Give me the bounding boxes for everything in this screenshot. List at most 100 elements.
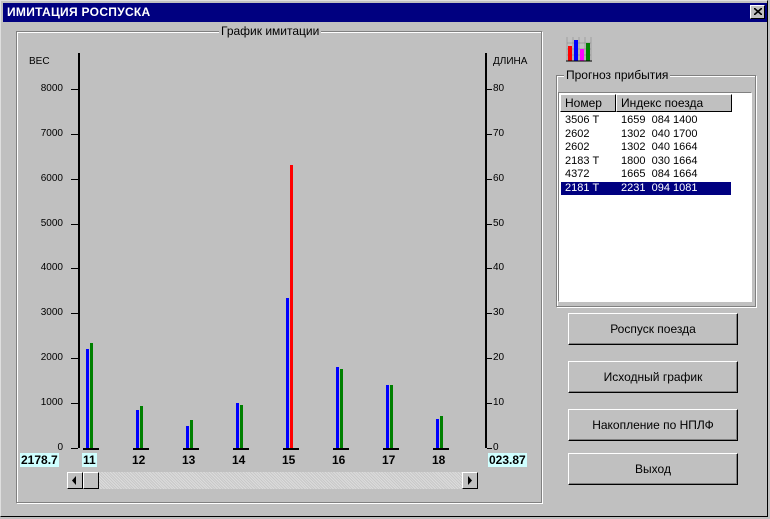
scroll-right-button[interactable] — [462, 472, 478, 489]
left-tick-label: 0 — [57, 442, 63, 453]
train-index: 1800 030 1664 — [621, 154, 698, 167]
left-axis-label: ВЕС — [29, 56, 50, 67]
left-tick-mark — [71, 268, 78, 270]
left-tick-mark — [71, 223, 78, 225]
chart-group-label: График имитации — [219, 24, 322, 38]
category-label: 15 — [282, 453, 296, 467]
simulation-window: ИМИТАЦИЯ РОСПУСКА График имитации ВЕС ДЛ… — [0, 0, 768, 517]
bar-0000ff-12 — [136, 409, 139, 448]
right-tick-label: 40 — [493, 262, 505, 274]
column-header-number[interactable]: Номер — [560, 94, 616, 112]
right-tick-mark — [487, 88, 492, 90]
category-label: 12 — [132, 453, 146, 467]
left-tick-mark — [71, 403, 78, 405]
category-baseline — [433, 448, 449, 450]
left-tick-label: 5000 — [40, 217, 63, 229]
category-baseline — [283, 448, 299, 450]
left-tick-mark — [71, 133, 78, 135]
category-baseline — [333, 448, 349, 450]
arrow-left-icon — [72, 476, 76, 485]
left-tick-label: 8000 — [40, 82, 63, 94]
train-index: 1659 084 1400 — [621, 114, 698, 126]
forecast-group-label: Прогноз прибытия — [564, 68, 671, 82]
right-tick-mark — [487, 178, 492, 180]
left-tick-label: 1000 — [40, 397, 63, 409]
category-label: 18 — [432, 453, 446, 467]
train-number: 2602 — [565, 127, 590, 140]
initial-graph-button[interactable]: Исходный график — [568, 361, 738, 393]
bar-008000-17 — [390, 384, 393, 448]
train-number: 2181 Т — [565, 181, 600, 194]
train-number: 2602 — [565, 141, 590, 153]
list-item[interactable]: 2602 1302 040 1700 — [561, 128, 731, 141]
bar-008000-14 — [240, 405, 243, 448]
right-tick-mark — [487, 268, 492, 270]
category-baseline — [133, 448, 149, 450]
right-value-readout: 023.87 — [488, 453, 527, 467]
left-tick-label: 7000 — [40, 127, 63, 139]
scroll-left-button[interactable] — [67, 472, 83, 489]
category-baseline — [83, 448, 99, 450]
bar-008000-11 — [90, 342, 93, 448]
close-button[interactable] — [750, 5, 765, 19]
dissolve-train-button[interactable]: Роспуск поезда — [568, 313, 738, 345]
window-title: ИМИТАЦИЯ РОСПУСКА — [7, 5, 151, 19]
right-axis-line — [485, 53, 487, 448]
left-tick-mark — [71, 358, 78, 360]
train-index: 1302 040 1700 — [621, 127, 698, 140]
chart-groupbox — [16, 31, 542, 503]
bar-ff0000-15 — [290, 165, 293, 448]
left-value-readout: 2178.7 — [20, 453, 59, 467]
bar-0000ff-15 — [286, 297, 289, 448]
train-number: 2183 Т — [565, 154, 600, 167]
left-tick-mark — [71, 448, 78, 449]
close-icon — [754, 8, 762, 15]
right-tick-mark — [487, 223, 492, 225]
category-baseline — [183, 448, 199, 450]
left-tick-mark — [71, 178, 78, 180]
chart-horizontal-scrollbar[interactable] — [67, 472, 478, 489]
left-tick-label: 3000 — [40, 307, 63, 319]
right-tick-label: 80 — [493, 82, 505, 94]
bar-0000ff-18 — [436, 418, 439, 448]
train-index: 1302 040 1664 — [621, 141, 698, 153]
accumulation-button[interactable]: Накопление по НПЛФ — [568, 409, 738, 441]
right-tick-mark — [487, 313, 492, 315]
list-item[interactable]: 2602 1302 040 1664 — [561, 141, 731, 154]
column-header-train-index[interactable]: Индекс поезда — [616, 94, 732, 112]
list-item[interactable]: 2183 Т 1800 030 1664 — [561, 155, 731, 168]
right-tick-label: 50 — [493, 217, 505, 229]
train-index: 1665 084 1664 — [621, 168, 698, 180]
train-number: 4372 — [565, 168, 590, 180]
left-tick-label: 6000 — [40, 172, 63, 184]
list-item[interactable]: 4372 1665 084 1664 — [561, 168, 731, 181]
bar-008000-12 — [140, 406, 143, 448]
right-tick-label: 70 — [493, 127, 505, 139]
train-number: 3506 Т — [565, 114, 600, 126]
forecast-list[interactable]: Номер Индекс поезда 3506 Т 1659 084 1400 2… — [558, 92, 752, 302]
list-item[interactable]: 2181 Т 2231 094 1081 — [561, 181, 731, 195]
right-tick-label: 0 — [493, 442, 499, 453]
bar-0000ff-14 — [236, 403, 239, 448]
arrow-right-icon — [468, 476, 472, 485]
left-axis-line — [78, 53, 80, 448]
category-label: 11 — [82, 453, 97, 467]
train-index: 2231 094 1081 — [621, 181, 698, 194]
category-label: 13 — [182, 453, 196, 467]
category-label: 16 — [332, 453, 346, 467]
exit-button[interactable]: Выход — [568, 453, 738, 485]
right-tick-label: 30 — [493, 307, 505, 319]
bar-008000-16 — [340, 369, 343, 448]
title-bar[interactable]: ИМИТАЦИЯ РОСПУСКА — [3, 3, 767, 22]
right-tick-label: 10 — [493, 397, 505, 409]
category-baseline — [233, 448, 249, 450]
bar-chart-icon — [564, 34, 594, 64]
bar-0000ff-16 — [336, 367, 339, 448]
right-tick-mark — [487, 448, 492, 449]
right-tick-mark — [487, 403, 492, 405]
category-label: 14 — [232, 453, 246, 467]
scroll-thumb[interactable] — [83, 472, 99, 489]
category-label: 17 — [382, 453, 396, 467]
list-item[interactable]: 3506 Т 1659 084 1400 — [561, 114, 731, 127]
bar-008000-18 — [440, 415, 443, 448]
